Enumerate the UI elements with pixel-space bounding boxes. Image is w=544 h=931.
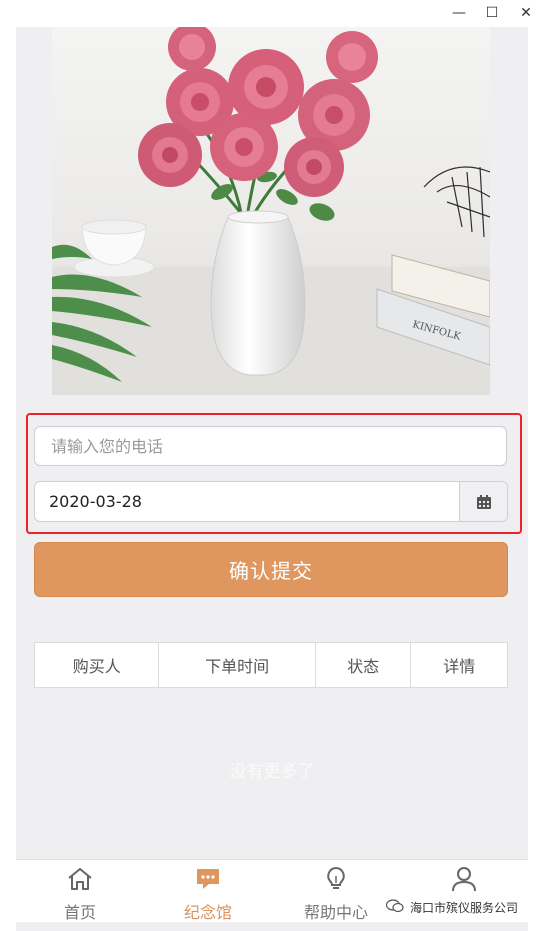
- date-picker[interactable]: 2020-03-28: [34, 481, 508, 522]
- window-titlebar: — ☐ ✕: [0, 0, 544, 27]
- wechat-logo-icon: [385, 898, 404, 916]
- watermark-text: 海口市殡仪服务公司: [410, 900, 519, 915]
- tab-memorial-label: 纪念馆: [183, 903, 232, 922]
- user-icon: [450, 866, 478, 896]
- home-icon: [66, 866, 94, 896]
- tab-home[interactable]: 首页: [16, 860, 144, 922]
- tab-home-label: 首页: [63, 903, 96, 922]
- column-header-order-time: 下单时间: [159, 643, 316, 687]
- tab-memorial[interactable]: 纪念馆: [144, 860, 272, 922]
- app-content: KINFOLK 请输入您的电话 2020-03-28 确认提交 购买人 下单时间…: [16, 27, 528, 931]
- column-header-details: 详情: [443, 657, 476, 676]
- tab-help-label: 帮助中心: [303, 903, 368, 922]
- calendar-icon[interactable]: [459, 482, 507, 521]
- order-table-header: 购买人 下单时间 状态 详情: [34, 642, 508, 688]
- maximize-button[interactable]: ☐: [482, 4, 502, 22]
- close-button[interactable]: ✕: [516, 4, 536, 22]
- chat-bubble-icon: [194, 866, 222, 896]
- column-header-buyer: 购买人: [35, 643, 160, 687]
- column-header-status: 状态: [316, 643, 412, 687]
- phone-input[interactable]: [34, 426, 507, 466]
- hero-image: KINFOLK: [52, 27, 490, 395]
- date-value[interactable]: 2020-03-28: [49, 482, 142, 521]
- minimize-button[interactable]: —: [449, 4, 469, 22]
- lightbulb-icon: [322, 866, 350, 896]
- watermark: 海口市殡仪服务公司: [380, 895, 525, 919]
- submit-button[interactable]: 确认提交: [34, 542, 508, 597]
- no-more-text: 没有更多了: [229, 762, 315, 782]
